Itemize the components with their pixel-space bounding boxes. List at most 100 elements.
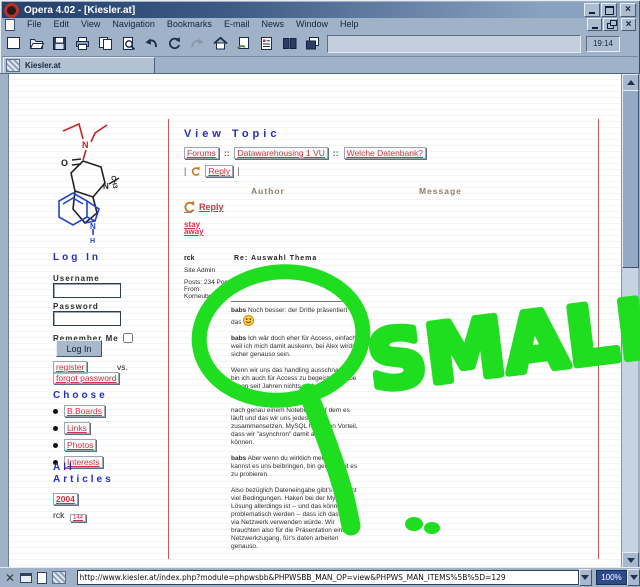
scrollbar-thumb[interactable] xyxy=(622,90,639,268)
cascade-windows-icon[interactable] xyxy=(301,33,324,54)
toolbar-address-strip[interactable] xyxy=(327,35,581,53)
all-articles-heading-line2: Articles xyxy=(53,474,114,485)
url-dropdown-button[interactable] xyxy=(579,569,592,586)
find-icon[interactable] xyxy=(117,33,140,54)
menu-view[interactable]: View xyxy=(75,18,106,31)
forgot-password-link[interactable]: forgot password xyxy=(53,372,119,384)
menu-bookmarks[interactable]: Bookmarks xyxy=(161,18,218,31)
remember-me-checkbox[interactable] xyxy=(123,333,133,343)
zoom-select[interactable]: 100% xyxy=(596,570,627,585)
post-location: Korneuburg xyxy=(184,293,218,300)
message-body: babs Noch besser: der Dritte präsentiert… xyxy=(231,307,358,559)
menu-file[interactable]: File xyxy=(21,18,48,31)
message-paragraph: babs Aber wenn du wirklich meinst, du ka… xyxy=(231,455,358,479)
menu-bar: File Edit View Navigation Bookmarks E-ma… xyxy=(2,18,638,31)
hotlist-icon[interactable] xyxy=(232,33,255,54)
close-button[interactable]: × xyxy=(620,3,636,17)
minimize-icon xyxy=(592,27,598,29)
save-icon[interactable] xyxy=(48,33,71,54)
author-column-header: Author xyxy=(251,186,285,196)
breadcrumb-forum-link[interactable]: Datawarehousing 1 VU xyxy=(234,147,327,159)
smiley-icon xyxy=(243,315,254,326)
opera-window: Opera 4.02 - [Kiesler.at] × File Edit Vi… xyxy=(0,0,640,586)
vs-text: vs. xyxy=(117,362,128,372)
post-subject: Re: Auswahl Thema xyxy=(234,255,317,262)
menu-help[interactable]: Help xyxy=(334,18,365,31)
vertical-scrollbar[interactable] xyxy=(621,74,638,568)
menu-edit[interactable]: Edit xyxy=(48,18,76,31)
address-bar: ✕ 100% xyxy=(0,567,640,587)
child-close-button[interactable]: × xyxy=(621,18,636,31)
post-from-label: From: xyxy=(184,286,201,293)
arrow-down-icon xyxy=(630,575,638,580)
arrow-down-icon xyxy=(627,558,635,563)
close-x-icon[interactable]: ✕ xyxy=(5,573,15,583)
breadcrumb: Forums :: Datawarehousing 1 VU :: Welche… xyxy=(184,147,426,159)
hatch-pattern-icon[interactable] xyxy=(52,571,66,584)
copy-icon[interactable] xyxy=(94,33,117,54)
bullet-icon xyxy=(53,426,58,431)
scroll-up-button[interactable] xyxy=(622,74,639,91)
breadcrumb-forums-link[interactable]: Forums xyxy=(184,147,219,159)
reply-row: Reply xyxy=(182,200,224,214)
all-articles-heading-line1: All xyxy=(53,462,75,473)
document-icon[interactable] xyxy=(37,572,47,584)
reply-link[interactable]: Reply xyxy=(205,165,233,177)
reply-link[interactable]: Reply xyxy=(199,202,224,212)
zoom-dropdown-button[interactable] xyxy=(627,569,640,586)
arrow-down-icon xyxy=(581,575,589,580)
right-red-divider xyxy=(598,119,599,559)
maximize-button[interactable] xyxy=(601,3,617,17)
child-minimize-button[interactable] xyxy=(587,18,602,31)
tab-kiesler[interactable]: Kiesler.at xyxy=(3,57,155,74)
message-column-header: Message xyxy=(419,186,462,196)
list-item: Photos xyxy=(53,439,105,451)
message-divider xyxy=(231,301,353,302)
bboards-link[interactable]: B.Boards xyxy=(64,405,105,417)
menu-window[interactable]: Window xyxy=(290,18,334,31)
breadcrumb-topic-link[interactable]: Welche Datenbank? xyxy=(344,147,426,159)
notes-icon[interactable] xyxy=(255,33,278,54)
message-paragraph: babs Noch besser: der Dritte präsentiert… xyxy=(231,307,358,327)
browser-viewport: N O N CH3 N H xyxy=(0,73,640,568)
password-label: Password xyxy=(53,302,99,311)
web-page: N O N CH3 N H xyxy=(8,74,623,569)
article-count-link[interactable]: 144 xyxy=(70,514,86,522)
new-page-icon[interactable] xyxy=(2,33,25,54)
login-button[interactable]: Log In xyxy=(56,340,102,357)
restore-icon xyxy=(607,23,614,29)
username-field[interactable] xyxy=(53,283,121,298)
tab-label: Kiesler.at xyxy=(25,61,61,70)
reload-icon[interactable] xyxy=(163,33,186,54)
menu-news[interactable]: News xyxy=(255,18,290,31)
photos-link[interactable]: Photos xyxy=(64,439,96,451)
page-hatch-icon xyxy=(6,59,20,72)
child-restore-button[interactable] xyxy=(603,18,618,31)
toolbar: 19:14 xyxy=(2,31,638,57)
close-icon: × xyxy=(625,6,631,14)
window-icon[interactable] xyxy=(20,573,32,583)
list-item: Links xyxy=(53,422,105,434)
menu-navigation[interactable]: Navigation xyxy=(106,18,161,31)
password-field[interactable] xyxy=(53,311,121,326)
open-icon[interactable] xyxy=(25,33,48,54)
svg-text:CH3: CH3 xyxy=(109,175,118,189)
url-input[interactable] xyxy=(77,570,579,585)
links-link[interactable]: Links xyxy=(64,422,90,434)
message-paragraph: Wenn wir uns das handling ausschnapsen, … xyxy=(231,367,358,399)
tile-windows-icon[interactable] xyxy=(278,33,301,54)
rck-author-text: rck xyxy=(53,510,64,520)
window-title: Opera 4.02 - [Kiesler.at] xyxy=(24,5,583,16)
away-link[interactable]: away xyxy=(184,228,204,235)
reply-icon xyxy=(190,166,201,177)
document-icon xyxy=(5,19,15,31)
home-icon[interactable] xyxy=(209,33,232,54)
back-icon[interactable] xyxy=(140,33,163,54)
forward-icon[interactable] xyxy=(186,33,209,54)
svg-text:N: N xyxy=(103,182,109,191)
print-icon[interactable] xyxy=(71,33,94,54)
post-meta: Posts: 234 Posted: xyxy=(184,279,239,286)
minimize-button[interactable] xyxy=(584,3,600,17)
year-2004-link[interactable]: 2004 xyxy=(53,493,78,505)
menu-email[interactable]: E-mail xyxy=(218,18,256,31)
